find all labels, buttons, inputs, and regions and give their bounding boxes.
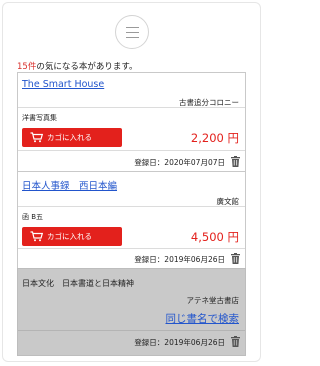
book-price: 2,200 円 [190, 131, 239, 145]
hamburger-icon [126, 27, 139, 28]
book-card: 日本人事録 西日本編 廣文館 函 B五 カゴに入れる 4,500 円 登録日：2… [17, 171, 246, 269]
trash-icon[interactable] [231, 156, 240, 167]
add-to-cart-button[interactable]: カゴに入れる [22, 227, 122, 246]
registered-date: 登録日：2019年06月26日 [134, 255, 225, 264]
add-to-cart-button[interactable]: カゴに入れる [22, 128, 122, 147]
add-to-cart-label: カゴに入れる [47, 232, 92, 241]
seller-name: アテネ堂古書店 [186, 296, 240, 305]
book-condition: 洋書写真集 [22, 114, 57, 122]
divider [18, 248, 245, 249]
hamburger-icon-line [126, 37, 139, 38]
trash-icon[interactable] [231, 336, 240, 347]
divider [18, 107, 245, 108]
hamburger-icon-line [126, 32, 139, 33]
hamburger-menu-button[interactable] [115, 15, 149, 49]
add-to-cart-label: カゴに入れる [47, 133, 92, 142]
registered-date: 登録日：2020年07月07日 [134, 158, 225, 167]
book-card-sold-out: 日本文化 日本書道と日本精神 アテネ堂古書店 同じ書名で検索 登録日：2019年… [17, 268, 246, 356]
cart-icon [30, 231, 43, 242]
book-title-link[interactable]: The Smart House [22, 79, 104, 90]
divider [18, 330, 245, 331]
book-card: The Smart House 古書追分コロニー 洋書写真集 カゴに入れる 2,… [17, 72, 246, 172]
book-condition: 函 B五 [22, 213, 44, 221]
favorites-summary: 15件の気になる本があります。 [17, 60, 137, 72]
cart-icon [30, 132, 43, 143]
divider [18, 206, 245, 207]
book-price: 4,500 円 [190, 230, 239, 244]
divider [18, 150, 245, 151]
registered-date: 登録日：2019年06月26日 [134, 338, 225, 347]
same-title-search-link[interactable]: 同じ書名で検索 [166, 311, 240, 326]
book-title-link[interactable]: 日本人事録 西日本編 [22, 178, 117, 192]
book-title: 日本文化 日本書道と日本精神 [22, 279, 134, 288]
trash-icon[interactable] [231, 253, 240, 264]
favorites-summary-text: の気になる本があります。 [36, 62, 138, 72]
favorites-count: 15件 [17, 62, 37, 72]
